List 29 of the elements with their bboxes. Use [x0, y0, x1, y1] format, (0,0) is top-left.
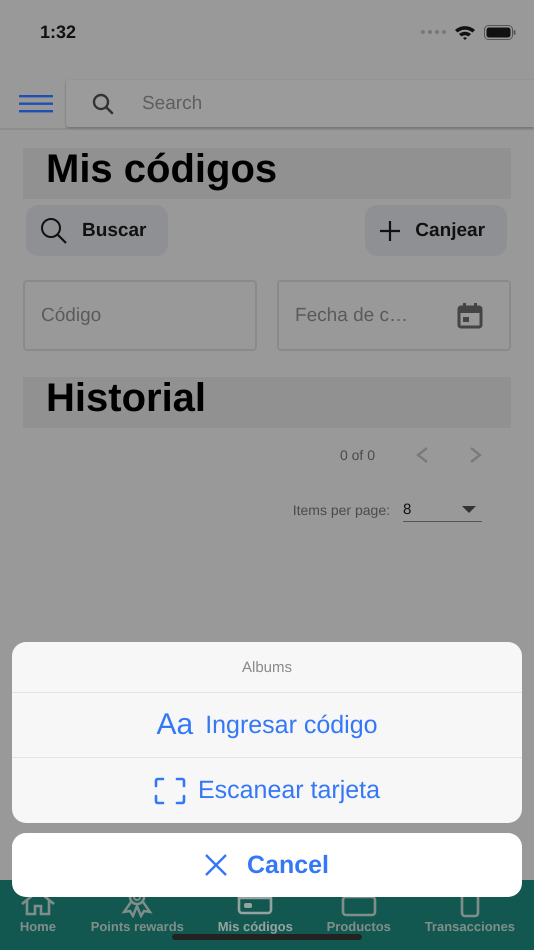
- search-icon: [92, 92, 114, 114]
- page-range: 0 of 0: [340, 447, 375, 463]
- scan-frame-icon: [154, 776, 186, 804]
- search-field[interactable]: Search: [66, 80, 534, 127]
- items-per-page-label: Items per page:: [292, 502, 390, 518]
- input-field[interactable]: Código: [23, 280, 257, 351]
- action-item[interactable]: Aa Ingresar código: [12, 693, 522, 758]
- signal-icon: [420, 29, 446, 35]
- section-heading: Historial: [23, 377, 511, 428]
- search-icon: [40, 216, 68, 244]
- page-heading: Mis códigos: [23, 148, 511, 199]
- cancel-menu[interactable]: Cancel: [12, 833, 522, 897]
- date-field[interactable]: Fecha de c…: [277, 280, 511, 351]
- sheet-title: Albums: [12, 642, 522, 693]
- previous-page-icon[interactable]: [415, 446, 429, 464]
- redeem-button[interactable]: Canjear: [365, 205, 507, 256]
- battery-icon: [484, 24, 516, 40]
- text-icon: Aa: [156, 708, 194, 742]
- menu-icon[interactable]: [18, 94, 54, 112]
- page-size-select[interactable]: 8: [403, 498, 482, 522]
- calendar-icon: [457, 302, 483, 328]
- status-time: 1:32: [40, 22, 76, 42]
- action-item[interactable]: Escanear tarjeta: [12, 758, 522, 823]
- close-icon: [205, 854, 227, 876]
- dropdown-caret-icon: [462, 506, 476, 513]
- wifi-icon: [454, 24, 476, 40]
- next-page-icon[interactable]: [469, 446, 483, 464]
- plus-icon: [379, 220, 402, 242]
- search-button[interactable]: Buscar: [26, 205, 168, 256]
